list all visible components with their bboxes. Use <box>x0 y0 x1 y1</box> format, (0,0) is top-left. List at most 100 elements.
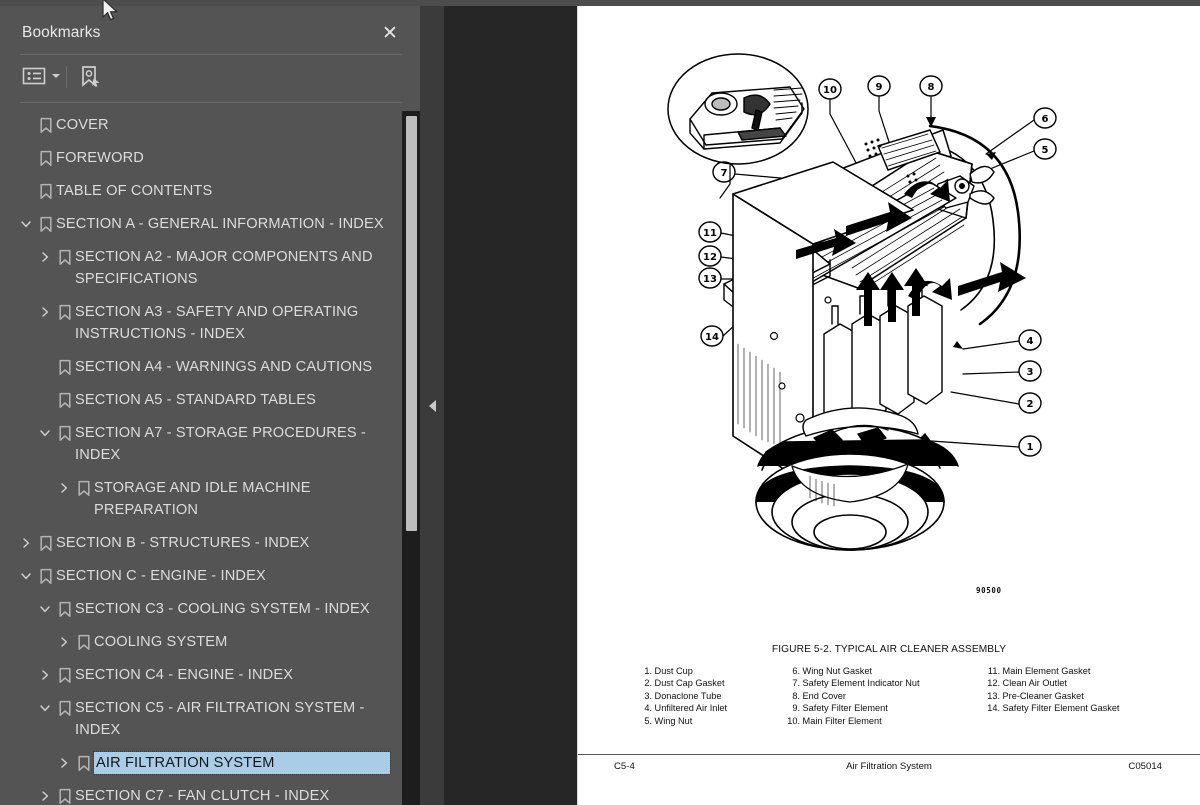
bookmark-item[interactable]: COOLING SYSTEM <box>56 631 400 653</box>
figure-caption: FIGURE 5-2. TYPICAL AIR CLEANER ASSEMBLY <box>771 644 1007 655</box>
bookmark-item[interactable]: COVER <box>18 114 400 136</box>
bookmark-icon <box>74 752 94 774</box>
chevron-right-icon[interactable] <box>56 631 72 653</box>
chevron-right-icon[interactable] <box>18 532 34 554</box>
bookmark-icon <box>55 356 75 378</box>
bookmarks-scrollbar-track[interactable] <box>402 111 420 805</box>
legend-item: 3. Donaclone Tube <box>642 690 727 702</box>
bookmarks-scrollbar-thumb[interactable] <box>406 116 417 531</box>
bookmark-icon <box>74 477 94 499</box>
svg-text:4: 4 <box>1027 336 1034 347</box>
bookmark-item[interactable]: SECTION C7 - FAN CLUTCH - INDEX <box>37 785 400 805</box>
toolbar-divider-bottom <box>20 102 402 103</box>
bookmarks-toolbar <box>0 58 420 100</box>
bookmarks-panel-header: Bookmarks ✕ <box>0 6 420 48</box>
bookmark-item[interactable]: STORAGE AND IDLE MACHINE PREPARATION <box>56 477 400 521</box>
drawing-number: 90500 <box>976 586 1002 595</box>
bookmark-item[interactable]: SECTION B - STRUCTURES - INDEX <box>18 532 400 554</box>
legend-item-text: End Cover <box>800 690 846 701</box>
bookmark-item[interactable]: FOREWORD <box>18 147 400 169</box>
bookmark-item[interactable]: AIR FILTRATION SYSTEM <box>56 751 400 775</box>
chevron-down-icon[interactable] <box>18 213 34 235</box>
chevron-right-icon[interactable] <box>56 477 72 499</box>
bookmark-icon <box>55 389 75 411</box>
bookmark-item[interactable]: SECTION A2 - MAJOR COMPONENTS AND SPECIF… <box>37 246 400 290</box>
legend-item: 6. Wing Nut Gasket <box>786 665 920 677</box>
air-cleaner-assembly-illustration: 10 9 8 6 5 7 11 12 13 14 4 3 2 1 90500 <box>578 14 1200 626</box>
legend-item-text: Unfiltered Air Inlet <box>652 703 728 714</box>
bookmark-item[interactable]: SECTION C - ENGINE - INDEX <box>18 565 400 587</box>
close-icon[interactable]: ✕ <box>374 18 406 48</box>
legend-item: 10. Main Filter Element <box>786 715 920 727</box>
legend-item-text: Safety Element Indicator Nut <box>800 678 920 689</box>
bookmark-label: SECTION C4 - ENGINE - INDEX <box>75 667 294 683</box>
bookmark-label: AIR FILTRATION SYSTEM <box>93 751 391 775</box>
svg-text:9: 9 <box>876 82 883 93</box>
chevron-down-icon[interactable] <box>37 697 53 719</box>
legend-item-number: 6. <box>792 666 800 676</box>
toolbar-divider <box>66 66 67 88</box>
legend-item-number: 10. <box>787 715 800 726</box>
bookmark-item[interactable]: TABLE OF CONTENTS <box>18 180 400 202</box>
bookmark-icon <box>36 147 56 169</box>
bookmark-icon <box>55 664 75 686</box>
legend-item: 4. Unfiltered Air Inlet <box>642 702 727 714</box>
legend-item: 8. End Cover <box>786 690 920 702</box>
bookmark-item[interactable]: SECTION A - GENERAL INFORMATION - INDEX <box>18 213 400 235</box>
legend-item-number: 14. <box>987 703 1000 714</box>
legend-item: 12. Clean Air Outlet <box>986 677 1119 689</box>
bookmarks-tree[interactable]: COVER FOREWORD TABLE OF CONTENTS SECTION A … <box>0 108 420 805</box>
bookmark-item[interactable]: SECTION A3 - SAFETY AND OPERATING INSTRU… <box>37 301 400 345</box>
bookmark-icon <box>36 114 56 136</box>
bookmark-label: SECTION A7 - STORAGE PROCEDURES - INDEX <box>75 425 366 463</box>
bookmark-icon <box>55 246 75 268</box>
svg-text:11: 11 <box>703 228 717 239</box>
bookmark-item[interactable]: SECTION A5 - STANDARD TABLES <box>37 389 400 411</box>
bookmark-label: SECTION C5 - AIR FILTRATION SYSTEM - IND… <box>75 700 365 738</box>
bookmark-item[interactable]: SECTION A4 - WARNINGS AND CAUTIONS <box>37 356 400 378</box>
legend-item-number: 11. <box>987 666 1000 676</box>
legend-item: 11. Main Element Gasket <box>986 665 1119 677</box>
chevron-right-icon[interactable] <box>37 785 53 805</box>
chevron-right-icon[interactable] <box>56 752 72 774</box>
chevron-down-icon[interactable] <box>37 422 53 444</box>
legend-item: 7. Safety Element Indicator Nut <box>786 677 920 689</box>
legend-item-number: 5. <box>644 715 652 726</box>
chevron-right-icon[interactable] <box>37 246 53 268</box>
legend-item-text: Donaclone Tube <box>652 690 722 701</box>
bookmark-item[interactable]: SECTION C5 - AIR FILTRATION SYSTEM - IND… <box>37 697 400 741</box>
bookmark-icon <box>74 631 94 653</box>
bookmark-icon <box>55 785 75 805</box>
footer-section-title: Air Filtration System <box>846 761 932 772</box>
bookmark-label: COVER <box>56 117 109 133</box>
legend-item-number: 13. <box>987 690 1000 701</box>
bookmark-label: SECTION A3 - SAFETY AND OPERATING INSTRU… <box>75 304 359 342</box>
svg-text:3: 3 <box>1027 367 1034 378</box>
legend-item-number: 8. <box>792 690 800 701</box>
bookmark-item[interactable]: SECTION C4 - ENGINE - INDEX <box>37 664 400 686</box>
chevron-down-icon[interactable] <box>18 565 34 587</box>
legend-item-number: 12. <box>987 678 1000 689</box>
legend-column-1: 1. Dust Cup 2. Dust Cap Gasket 3. Donaclon… <box>642 665 727 727</box>
chevron-right-icon[interactable] <box>37 664 53 686</box>
chevron-down-icon[interactable] <box>37 598 53 620</box>
legend-column-2: 6. Wing Nut Gasket 7. Safety Element Indi… <box>786 665 920 727</box>
legend-item-text: Safety Filter Element <box>800 703 888 714</box>
bookmark-icon <box>36 180 56 202</box>
chevron-right-icon[interactable] <box>37 301 53 323</box>
bookmark-options-list-icon[interactable] <box>22 66 60 86</box>
legend-item-text: Wing Nut <box>652 715 693 726</box>
bookmark-item[interactable]: SECTION A7 - STORAGE PROCEDURES - INDEX <box>37 422 400 466</box>
legend-item-text: Main Element Gasket <box>1000 666 1091 676</box>
svg-text:13: 13 <box>703 274 717 285</box>
bookmark-icon <box>36 532 56 554</box>
collapse-left-triangle-icon[interactable] <box>420 392 444 420</box>
legend-item-text: Wing Nut Gasket <box>800 666 872 676</box>
legend-item: 9. Safety Filter Element <box>786 702 920 714</box>
header-divider <box>20 54 402 55</box>
bookmark-label: STORAGE AND IDLE MACHINE PREPARATION <box>94 480 311 518</box>
bookmark-item[interactable]: SECTION C3 - COOLING SYSTEM - INDEX <box>37 598 400 620</box>
new-bookmark-icon[interactable] <box>78 64 104 90</box>
bookmark-icon <box>55 301 75 323</box>
document-viewer[interactable]: 10 9 8 6 5 7 11 12 13 14 4 3 2 1 90500 F… <box>444 6 1200 805</box>
